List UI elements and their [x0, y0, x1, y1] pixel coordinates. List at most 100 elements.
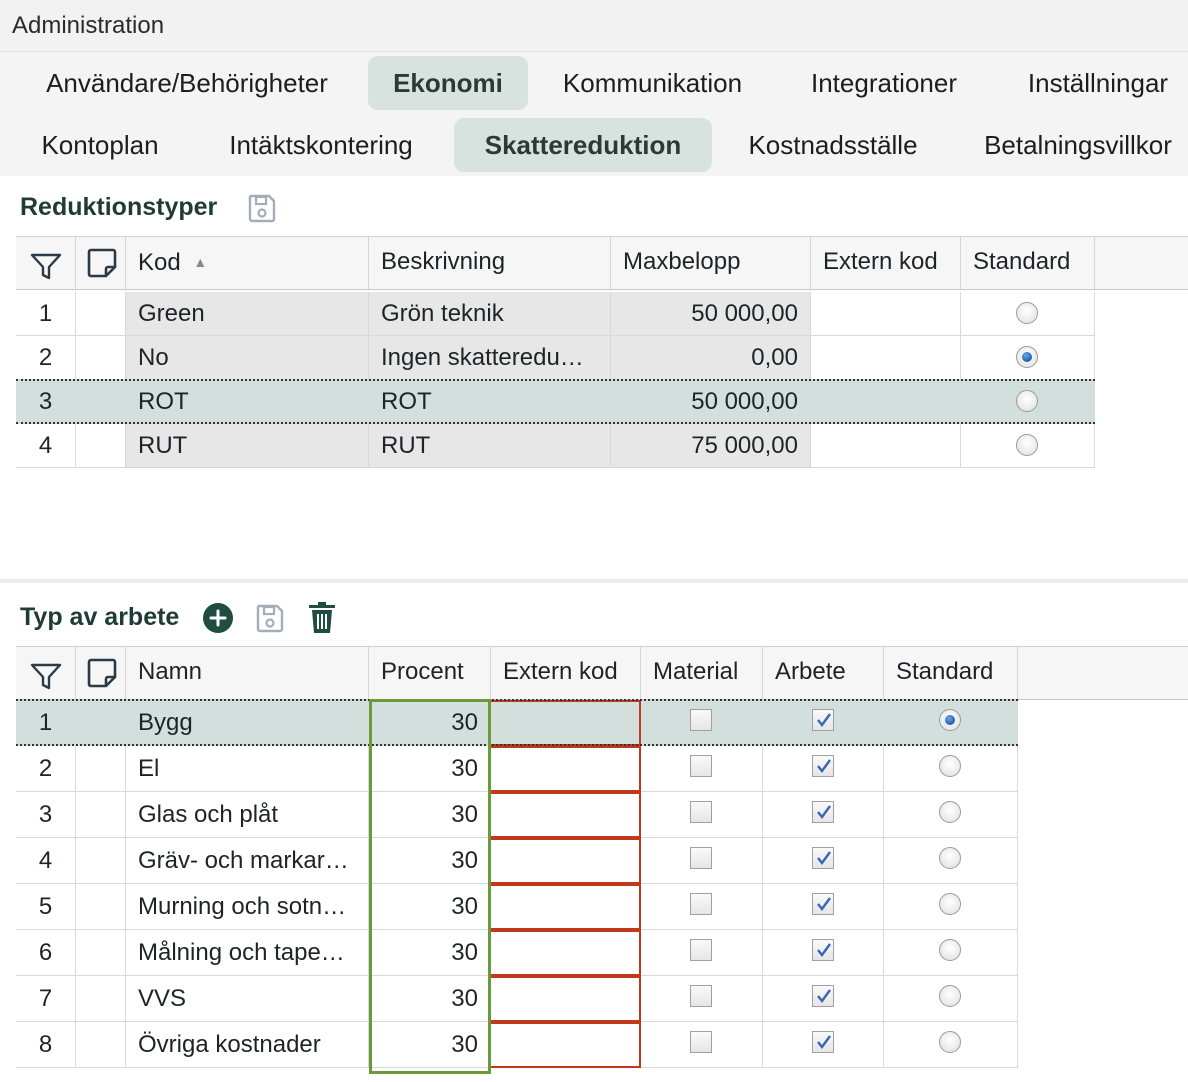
cell-maxbelopp[interactable]: 0,00	[611, 336, 811, 380]
column-maxbelopp[interactable]: Maxbelopp	[611, 237, 811, 289]
cell-namn[interactable]: Gräv- och markar…	[126, 838, 369, 884]
column-namn[interactable]: Namn	[126, 647, 369, 699]
cell-namn[interactable]: Målning och tape…	[126, 930, 369, 976]
cell-namn[interactable]: Murning och sotn…	[126, 884, 369, 930]
cell-arbete[interactable]	[763, 1022, 884, 1068]
column-arbete[interactable]: Arbete	[763, 647, 884, 699]
cell-standard[interactable]	[961, 292, 1095, 336]
tab-kontoplan[interactable]: Kontoplan	[24, 118, 176, 172]
cell-maxbelopp[interactable]: 50 000,00	[611, 380, 811, 424]
filter-cell[interactable]	[16, 647, 76, 699]
cell-maxbelopp[interactable]: 50 000,00	[611, 292, 811, 336]
material-checkbox[interactable]	[690, 801, 712, 823]
table-row[interactable]: 4 RUT RUT 75 000,00	[16, 424, 1096, 468]
cell-material[interactable]	[641, 1022, 763, 1068]
cell-kod[interactable]: RUT	[126, 424, 369, 468]
cell-extern-kod[interactable]	[491, 930, 641, 976]
save-icon[interactable]	[246, 192, 278, 229]
standard-radio[interactable]	[1016, 346, 1038, 368]
row-note-cell[interactable]	[76, 746, 126, 792]
row-note-cell[interactable]	[76, 700, 126, 746]
table-row[interactable]: 2 No Ingen skatteredu… 0,00	[16, 336, 1096, 380]
tab-integrationer[interactable]: Integrationer	[790, 56, 978, 110]
cell-extern-kod[interactable]	[811, 424, 961, 468]
standard-radio[interactable]	[939, 801, 961, 823]
arbete-checkbox[interactable]	[811, 985, 834, 1007]
cell-arbete[interactable]	[763, 746, 884, 792]
arbete-checkbox[interactable]	[811, 939, 834, 961]
cell-kod[interactable]: ROT	[126, 380, 369, 424]
cell-beskrivning[interactable]: Ingen skatteredu…	[369, 336, 611, 380]
cell-material[interactable]	[641, 838, 763, 884]
cell-beskrivning[interactable]: Grön teknik	[369, 292, 611, 336]
row-note-cell[interactable]	[76, 336, 126, 380]
cell-material[interactable]	[641, 930, 763, 976]
column-standard[interactable]: Standard	[961, 237, 1095, 289]
cell-beskrivning[interactable]: ROT	[369, 380, 611, 424]
material-checkbox[interactable]	[690, 709, 712, 731]
column-extern-kod[interactable]: Extern kod	[811, 237, 961, 289]
cell-standard[interactable]	[961, 336, 1095, 380]
standard-radio[interactable]	[1016, 390, 1038, 412]
row-note-cell[interactable]	[76, 292, 126, 336]
standard-radio[interactable]	[939, 985, 961, 1007]
row-note-cell[interactable]	[76, 976, 126, 1022]
column-kod[interactable]: Kod ▲	[126, 237, 369, 289]
tab-betalningsvillkor[interactable]: Betalningsvillkor	[968, 118, 1188, 172]
cell-material[interactable]	[641, 884, 763, 930]
cell-procent[interactable]: 30	[369, 976, 491, 1022]
note-icon[interactable]	[86, 247, 118, 297]
cell-kod[interactable]: Green	[126, 292, 369, 336]
standard-radio[interactable]	[939, 755, 961, 777]
cell-extern-kod[interactable]	[811, 292, 961, 336]
row-note-cell[interactable]	[76, 380, 126, 424]
cell-arbete[interactable]	[763, 838, 884, 884]
arbete-checkbox[interactable]	[811, 847, 834, 869]
cell-standard[interactable]	[884, 792, 1018, 838]
cell-arbete[interactable]	[763, 976, 884, 1022]
cell-standard[interactable]	[961, 424, 1095, 468]
cell-procent[interactable]: 30	[369, 700, 491, 746]
table-row[interactable]: 3 Glas och plåt 30	[16, 792, 1019, 838]
table-row[interactable]: 3 ROT ROT 50 000,00	[16, 379, 1096, 424]
table-row[interactable]: 7 VVS 30	[16, 976, 1019, 1022]
cell-namn[interactable]: El	[126, 746, 369, 792]
cell-extern-kod[interactable]	[491, 792, 641, 838]
cell-arbete[interactable]	[763, 700, 884, 746]
row-note-cell[interactable]	[76, 884, 126, 930]
table-row[interactable]: 2 El 30	[16, 746, 1019, 792]
tab-kommunikation[interactable]: Kommunikation	[545, 56, 760, 110]
cell-procent[interactable]: 30	[369, 792, 491, 838]
cell-procent[interactable]: 30	[369, 838, 491, 884]
cell-standard[interactable]	[884, 884, 1018, 930]
cell-standard[interactable]	[961, 380, 1095, 424]
cell-arbete[interactable]	[763, 792, 884, 838]
cell-beskrivning[interactable]: RUT	[369, 424, 611, 468]
cell-extern-kod[interactable]	[491, 838, 641, 884]
row-note-cell[interactable]	[76, 1022, 126, 1068]
arbete-checkbox[interactable]	[811, 801, 834, 823]
cell-extern-kod[interactable]	[491, 976, 641, 1022]
cell-standard[interactable]	[884, 746, 1018, 792]
material-checkbox[interactable]	[690, 847, 712, 869]
save-icon[interactable]	[254, 602, 286, 639]
cell-extern-kod[interactable]	[491, 700, 641, 746]
material-checkbox[interactable]	[690, 755, 712, 777]
tab-anvandare[interactable]: Användare/Behörigheter	[22, 56, 352, 110]
cell-extern-kod[interactable]	[491, 1022, 641, 1068]
cell-namn[interactable]: Bygg	[126, 700, 369, 746]
standard-radio[interactable]	[939, 709, 961, 731]
cell-standard[interactable]	[884, 930, 1018, 976]
material-checkbox[interactable]	[690, 893, 712, 915]
arbete-checkbox[interactable]	[811, 709, 834, 731]
cell-procent[interactable]: 30	[369, 1022, 491, 1068]
arbete-checkbox[interactable]	[811, 893, 834, 915]
material-checkbox[interactable]	[690, 939, 712, 961]
cell-material[interactable]	[641, 746, 763, 792]
arbete-checkbox[interactable]	[811, 755, 834, 777]
cell-arbete[interactable]	[763, 884, 884, 930]
tab-kostnadsstalle[interactable]: Kostnadsställe	[728, 118, 938, 172]
cell-standard[interactable]	[884, 1022, 1018, 1068]
cell-material[interactable]	[641, 976, 763, 1022]
cell-extern-kod[interactable]	[811, 380, 961, 424]
